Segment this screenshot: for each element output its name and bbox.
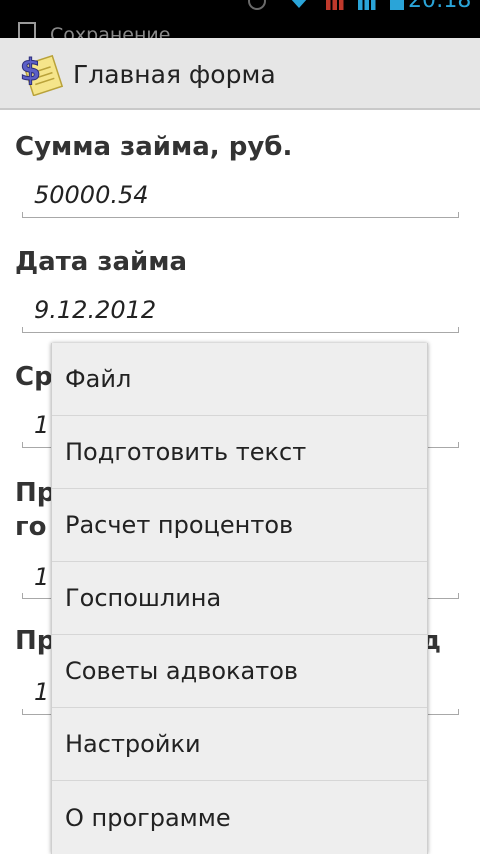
term-label: Ср <box>15 362 53 392</box>
status-bar: Сохранение 20:18 <box>0 0 480 38</box>
menu-item-settings[interactable]: Настройки <box>52 708 427 781</box>
loan-amount-input[interactable] <box>22 174 458 216</box>
menu-item-prepare-text[interactable]: Подготовить текст <box>52 416 427 489</box>
app-title: Главная форма <box>73 60 276 89</box>
loan-date-underline <box>22 327 459 333</box>
image-notification-icon <box>18 22 36 38</box>
app-logo-icon[interactable]: $ <box>16 50 64 96</box>
wifi-icon <box>290 0 308 8</box>
action-bar: $ Главная форма <box>0 38 480 110</box>
menu-item-about[interactable]: О программе <box>52 781 427 854</box>
loan-date-input[interactable] <box>22 289 458 331</box>
loan-amount-underline <box>22 212 459 218</box>
rate-label-line2: го <box>15 512 47 542</box>
menu-item-file[interactable]: Файл <box>52 343 427 416</box>
signal-icon <box>326 0 348 10</box>
signal-icon-2 <box>358 0 380 10</box>
status-icons: 20:18 <box>240 0 480 14</box>
menu-item-interest-calc[interactable]: Расчет процентов <box>52 489 427 562</box>
svg-text:$: $ <box>20 53 41 88</box>
rate-label: Пр <box>15 478 56 508</box>
options-menu: Файл Подготовить текст Расчет процентов … <box>51 343 428 854</box>
alarm-icon <box>248 0 266 10</box>
clock: 20:18 <box>408 0 472 13</box>
battery-icon <box>390 0 404 10</box>
penalty-label: Пр <box>15 626 56 656</box>
menu-item-state-fee[interactable]: Госпошлина <box>52 562 427 635</box>
menu-item-lawyer-tips[interactable]: Советы адвокатов <box>52 635 427 708</box>
notification-text: Сохранение <box>50 24 171 38</box>
loan-amount-label: Сумма займа, руб. <box>15 132 293 162</box>
loan-date-label: Дата займа <box>15 247 188 277</box>
